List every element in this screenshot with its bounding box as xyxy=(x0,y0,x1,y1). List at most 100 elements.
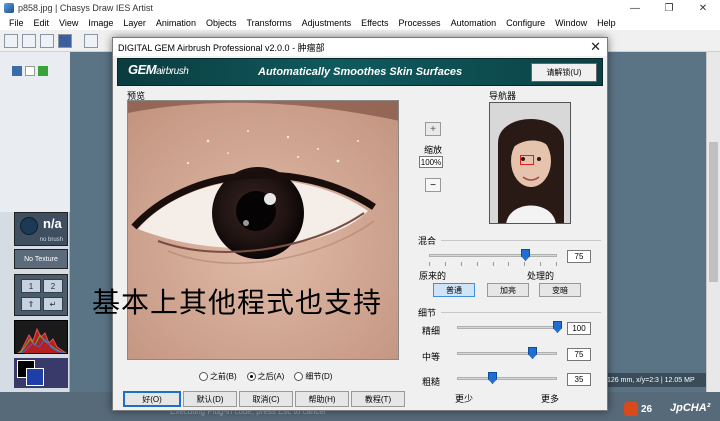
overlay-caption: 基本上其他程式也支持 xyxy=(92,286,383,319)
detail-coarse-track[interactable] xyxy=(457,377,557,380)
mix-value[interactable]: 75 xyxy=(567,250,591,263)
mix-left-label: 原来的 xyxy=(419,271,447,281)
zoom-out-button[interactable]: − xyxy=(425,178,441,192)
menu-transforms[interactable]: Transforms xyxy=(241,18,296,28)
menu-animation[interactable]: Animation xyxy=(151,18,201,28)
menu-effects[interactable]: Effects xyxy=(356,18,393,28)
default-button[interactable]: 默认(D) xyxy=(183,391,237,407)
help-button[interactable]: 帮助(H) xyxy=(295,391,349,407)
menu-adjustments[interactable]: Adjustments xyxy=(297,18,357,28)
menu-help[interactable]: Help xyxy=(592,18,621,28)
mode-darken-button[interactable]: 变暗 xyxy=(539,283,581,297)
radio-before-dot xyxy=(199,372,208,381)
notification-badge: 26 xyxy=(624,402,652,416)
page-tool-icon[interactable] xyxy=(25,66,35,76)
mix-ticks xyxy=(429,262,557,266)
zoom-in-button[interactable]: + xyxy=(425,122,441,136)
vertical-scrollbar[interactable] xyxy=(706,52,720,392)
menu-objects[interactable]: Objects xyxy=(201,18,242,28)
dialog-close-icon[interactable]: ✕ xyxy=(590,39,601,55)
host-title-bar: p858.jpg | Chasys Draw IES Artist — ❐ ✕ xyxy=(0,0,720,16)
detail-label: 细节 xyxy=(418,308,437,318)
toolbar-copy-icon[interactable] xyxy=(84,33,98,48)
scrollbar-thumb[interactable] xyxy=(709,142,718,282)
product-banner: GEMairbrush Automatically Smoothes Skin … xyxy=(117,58,603,86)
menu-file[interactable]: File xyxy=(4,18,29,28)
tools-top-area xyxy=(0,52,70,212)
mix-slider-thumb[interactable] xyxy=(521,249,530,261)
mode-lighten-button[interactable]: 加亮 xyxy=(487,283,529,297)
radio-after[interactable]: 之后(A) xyxy=(246,371,284,382)
brush-label: n/a xyxy=(43,216,62,231)
menu-window[interactable]: Window xyxy=(550,18,592,28)
banner-slogan: Automatically Smoothes Skin Surfaces xyxy=(258,66,463,78)
menu-automation[interactable]: Automation xyxy=(446,18,502,28)
host-window-title: p858.jpg | Chasys Draw IES Artist xyxy=(18,3,153,13)
product-logo: GEMairbrush xyxy=(128,62,189,77)
brush-selector[interactable]: n/a no brush xyxy=(14,212,68,246)
mode-normal-button[interactable]: 普通 xyxy=(433,283,475,297)
zoom-label: 缩放 xyxy=(424,145,443,155)
view-mode-radios: 之前(B) 之后(A) 细节(D) xyxy=(199,371,332,382)
menu-configure[interactable]: Configure xyxy=(501,18,550,28)
radio-before[interactable]: 之前(B) xyxy=(199,371,237,382)
restore-icon[interactable]: ❐ xyxy=(652,0,686,16)
notification-icon xyxy=(624,402,638,416)
menu-processes[interactable]: Processes xyxy=(394,18,446,28)
detail-more-label: 更多 xyxy=(541,394,560,404)
brush-icon xyxy=(20,217,38,235)
cancel-button[interactable]: 取消(C) xyxy=(239,391,293,407)
toolbar-browse-icon[interactable] xyxy=(40,33,54,48)
secondary-color-swatch[interactable] xyxy=(26,368,44,386)
grid-button-2[interactable]: 2 xyxy=(43,279,63,293)
airbrush-dialog: DIGITAL GEM Airbrush Professional v2.0.0… xyxy=(112,37,608,411)
watermark-logo: JpCHA² xyxy=(670,402,711,414)
tutorial-button[interactable]: 教程(T) xyxy=(351,391,405,407)
mix-label: 混合 xyxy=(418,236,437,246)
navigator-viewport-marker[interactable] xyxy=(520,155,534,165)
mix-slider-track[interactable] xyxy=(429,254,557,257)
detail-coarse-thumb[interactable] xyxy=(488,372,497,384)
radio-detail[interactable]: 细节(D) xyxy=(294,371,332,382)
detail-fine-track[interactable] xyxy=(457,326,557,329)
toolbar-save-icon[interactable] xyxy=(58,33,72,48)
detail-coarse-value[interactable]: 35 xyxy=(567,373,591,386)
preview-image[interactable] xyxy=(127,100,399,360)
grid-buttons: 1 2 ⇑ ↵ xyxy=(14,274,68,316)
radio-detail-dot xyxy=(294,372,304,381)
app-icon xyxy=(4,3,14,13)
menu-edit[interactable]: Edit xyxy=(29,18,55,28)
detail-fine-value[interactable]: 100 xyxy=(567,322,591,335)
radio-after-dot xyxy=(246,372,256,381)
detail-medium-label: 中等 xyxy=(422,352,441,362)
detail-medium-value[interactable]: 75 xyxy=(567,348,591,361)
ok-button[interactable]: 好(O) xyxy=(123,391,181,407)
layer-tool-icon[interactable] xyxy=(38,66,48,76)
dialog-title: DIGITAL GEM Airbrush Professional v2.0.0… xyxy=(118,42,325,53)
detail-less-label: 更少 xyxy=(455,394,474,404)
menu-view[interactable]: View xyxy=(54,18,83,28)
mix-group-line xyxy=(441,240,601,241)
menu-image[interactable]: Image xyxy=(83,18,118,28)
image-info-status: 126 mm, x/y=2:3 | 12.05 MP xyxy=(604,373,706,387)
navigator-thumbnail[interactable] xyxy=(489,102,571,224)
toolbar-new-icon[interactable] xyxy=(4,33,18,48)
grid-button-1[interactable]: 1 xyxy=(21,279,41,293)
close-icon[interactable]: ✕ xyxy=(686,0,720,16)
menu-layer[interactable]: Layer xyxy=(118,18,151,28)
texture-selector[interactable]: No Texture xyxy=(14,249,68,269)
brush-sub-label: no brush xyxy=(39,237,63,243)
grid-button-enter[interactable]: ↵ xyxy=(43,297,63,311)
histogram-graph xyxy=(17,327,67,353)
detail-group-line xyxy=(441,312,601,313)
minimize-icon[interactable]: — xyxy=(618,0,652,16)
detail-medium-thumb[interactable] xyxy=(528,347,537,359)
grid-button-up[interactable]: ⇑ xyxy=(21,297,41,311)
navigator-label: 导航器 xyxy=(489,91,517,101)
detail-fine-thumb[interactable] xyxy=(553,321,562,333)
toolbar-open-icon[interactable] xyxy=(22,33,36,48)
image-tool-icon[interactable] xyxy=(12,66,22,76)
dialog-title-bar: DIGITAL GEM Airbrush Professional v2.0.0… xyxy=(113,38,607,56)
register-button[interactable]: 请解锁(U) xyxy=(531,63,597,82)
detail-medium-track[interactable] xyxy=(457,352,557,355)
